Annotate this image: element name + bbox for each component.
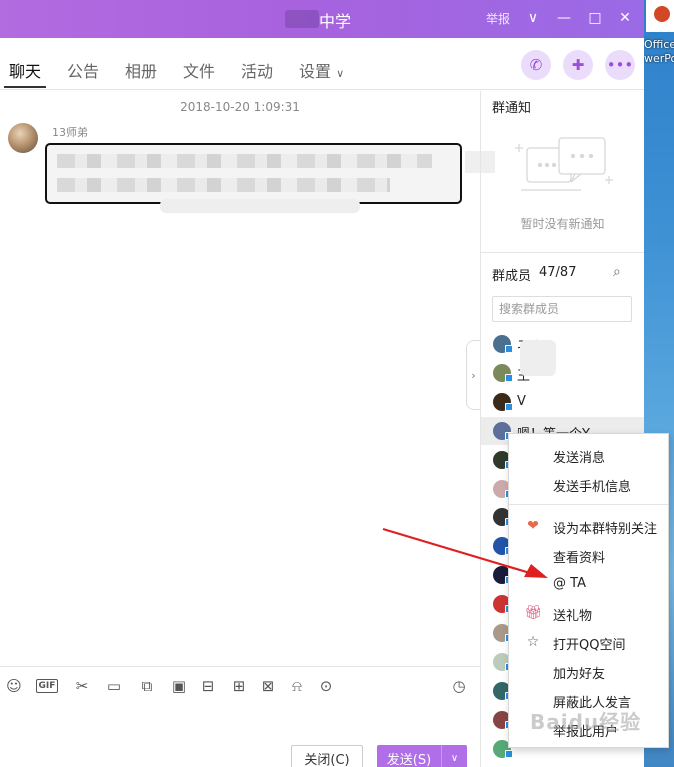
sender-name[interactable]: 13师弟 — [52, 124, 88, 140]
history-icon[interactable]: ◷ — [449, 676, 469, 696]
powerpoint-icon[interactable] — [646, 0, 674, 32]
menu-send-message[interactable]: 发送消息 — [509, 441, 668, 469]
redaction-patch — [160, 199, 360, 213]
watermark: Baidu经验 — [530, 710, 642, 734]
desktop-icon-label: Office werPo — [644, 38, 674, 65]
close-window-button[interactable]: ✕ — [614, 6, 636, 30]
chevron-right-icon: › — [471, 368, 476, 382]
scissors-icon[interactable]: ✂ — [72, 676, 92, 696]
tab-album[interactable]: 相册 — [125, 58, 157, 82]
notice-empty-text: 暂时没有新通知 — [520, 217, 605, 231]
message-timestamp: 2018-10-20 1:09:31 — [180, 100, 300, 114]
tab-settings[interactable]: 设置 ∨ — [299, 58, 344, 82]
gif-icon[interactable]: GIF — [36, 679, 58, 693]
more-tools-icon[interactable]: ⊙ — [316, 676, 336, 696]
sender-avatar[interactable] — [8, 123, 38, 153]
input-toolbar: ☺ GIF ✂ ▭ ⧉ ▣ ⊟ ⊞ ⊠ ⍾ ⊙ ◷ — [0, 666, 480, 704]
redacted-text — [57, 178, 390, 192]
folder-icon[interactable]: ▭ — [104, 676, 124, 696]
send-options-icon[interactable]: ∨ — [441, 745, 467, 767]
screenshot-icon[interactable]: ⧉ — [137, 676, 157, 696]
menu-send-gift[interactable]: 🎁︎ 送礼物 — [509, 599, 668, 627]
phone-call-button[interactable]: ✆ — [521, 50, 551, 80]
members-count: 47/87 — [539, 265, 577, 280]
members-title: 群成员 — [492, 269, 532, 284]
minimize-button[interactable]: — — [553, 6, 575, 30]
member-row[interactable]: V — [481, 388, 644, 416]
send-label: 发送(S) — [386, 752, 432, 767]
maximize-button[interactable]: □ — [584, 6, 606, 30]
gift-icon[interactable]: ⊞ — [229, 676, 249, 696]
close-button[interactable]: 关闭(C) — [291, 745, 363, 767]
tab-files[interactable]: 文件 — [183, 58, 215, 82]
tab-bar: 聊天 公告 相册 文件 活动 设置 ∨ ✆ ✚ ••• — [0, 38, 644, 90]
menu-add-friend[interactable]: 加为好友 — [509, 657, 668, 685]
add-chat-button[interactable]: ✚ — [563, 50, 593, 80]
notice-title: 群通知 — [492, 101, 532, 116]
tab-announcement[interactable]: 公告 — [67, 58, 99, 82]
menu-send-sms[interactable]: 发送手机信息 — [509, 470, 668, 498]
image-icon[interactable]: ▣ — [169, 676, 189, 696]
redacted-text — [57, 154, 432, 168]
more-button[interactable]: ••• — [605, 50, 635, 80]
collapse-panel-button[interactable]: › — [466, 340, 480, 410]
active-tab-indicator — [4, 86, 46, 88]
menu-open-qzone[interactable]: ☆ 打开QQ空间 — [509, 628, 668, 656]
emoji-icon[interactable]: ☺ — [4, 676, 24, 696]
member-row[interactable]: 王 — [481, 359, 644, 387]
report-link[interactable]: 举报 — [486, 10, 510, 27]
empty-notice-illustration — [515, 137, 613, 191]
mobile-online-icon — [505, 345, 513, 353]
annotation-arrow-icon — [382, 527, 548, 578]
gift-icon: 🎁︎ — [524, 605, 542, 621]
context-menu: 发送消息 发送手机信息 ❤ 设为本群特别关注 查看资料 @ TA 🎁︎ 送礼物 … — [508, 433, 669, 748]
member-row[interactable]: 13-林锦雷 — [481, 764, 644, 767]
mobile-online-icon — [505, 749, 513, 758]
phone-icon: ✆ — [529, 56, 543, 74]
star-icon: ☆ — [526, 634, 540, 650]
search-icon[interactable]: ⌕ — [613, 264, 629, 280]
red-packet-icon[interactable]: ⊠ — [258, 676, 278, 696]
tab-chat[interactable]: 聊天 — [9, 58, 41, 82]
dropdown-icon[interactable]: ∨ — [522, 6, 544, 30]
tab-activity[interactable]: 活动 — [241, 58, 273, 82]
more-icon: ••• — [606, 56, 634, 74]
menu-separator — [509, 504, 668, 505]
bell-icon[interactable]: ⍾ — [287, 676, 307, 696]
chevron-down-icon: ∨ — [336, 67, 345, 80]
mobile-online-icon — [505, 402, 513, 411]
section-divider — [481, 252, 644, 253]
member-search-input[interactable] — [492, 296, 632, 322]
message-bubble[interactable] — [45, 143, 462, 204]
member-name: V — [517, 393, 526, 409]
redaction-patch — [520, 340, 556, 376]
window-title: 中学 — [319, 12, 352, 31]
chat-add-icon: ✚ — [571, 56, 585, 74]
game-icon[interactable]: ⊟ — [198, 676, 218, 696]
mobile-online-icon — [505, 373, 513, 382]
send-button[interactable]: 发送(S) ∨ — [377, 745, 467, 767]
member-row[interactable]: 孑浅 — [481, 330, 644, 358]
title-bar: 中学 举报 ∨ — □ ✕ — [0, 0, 644, 38]
